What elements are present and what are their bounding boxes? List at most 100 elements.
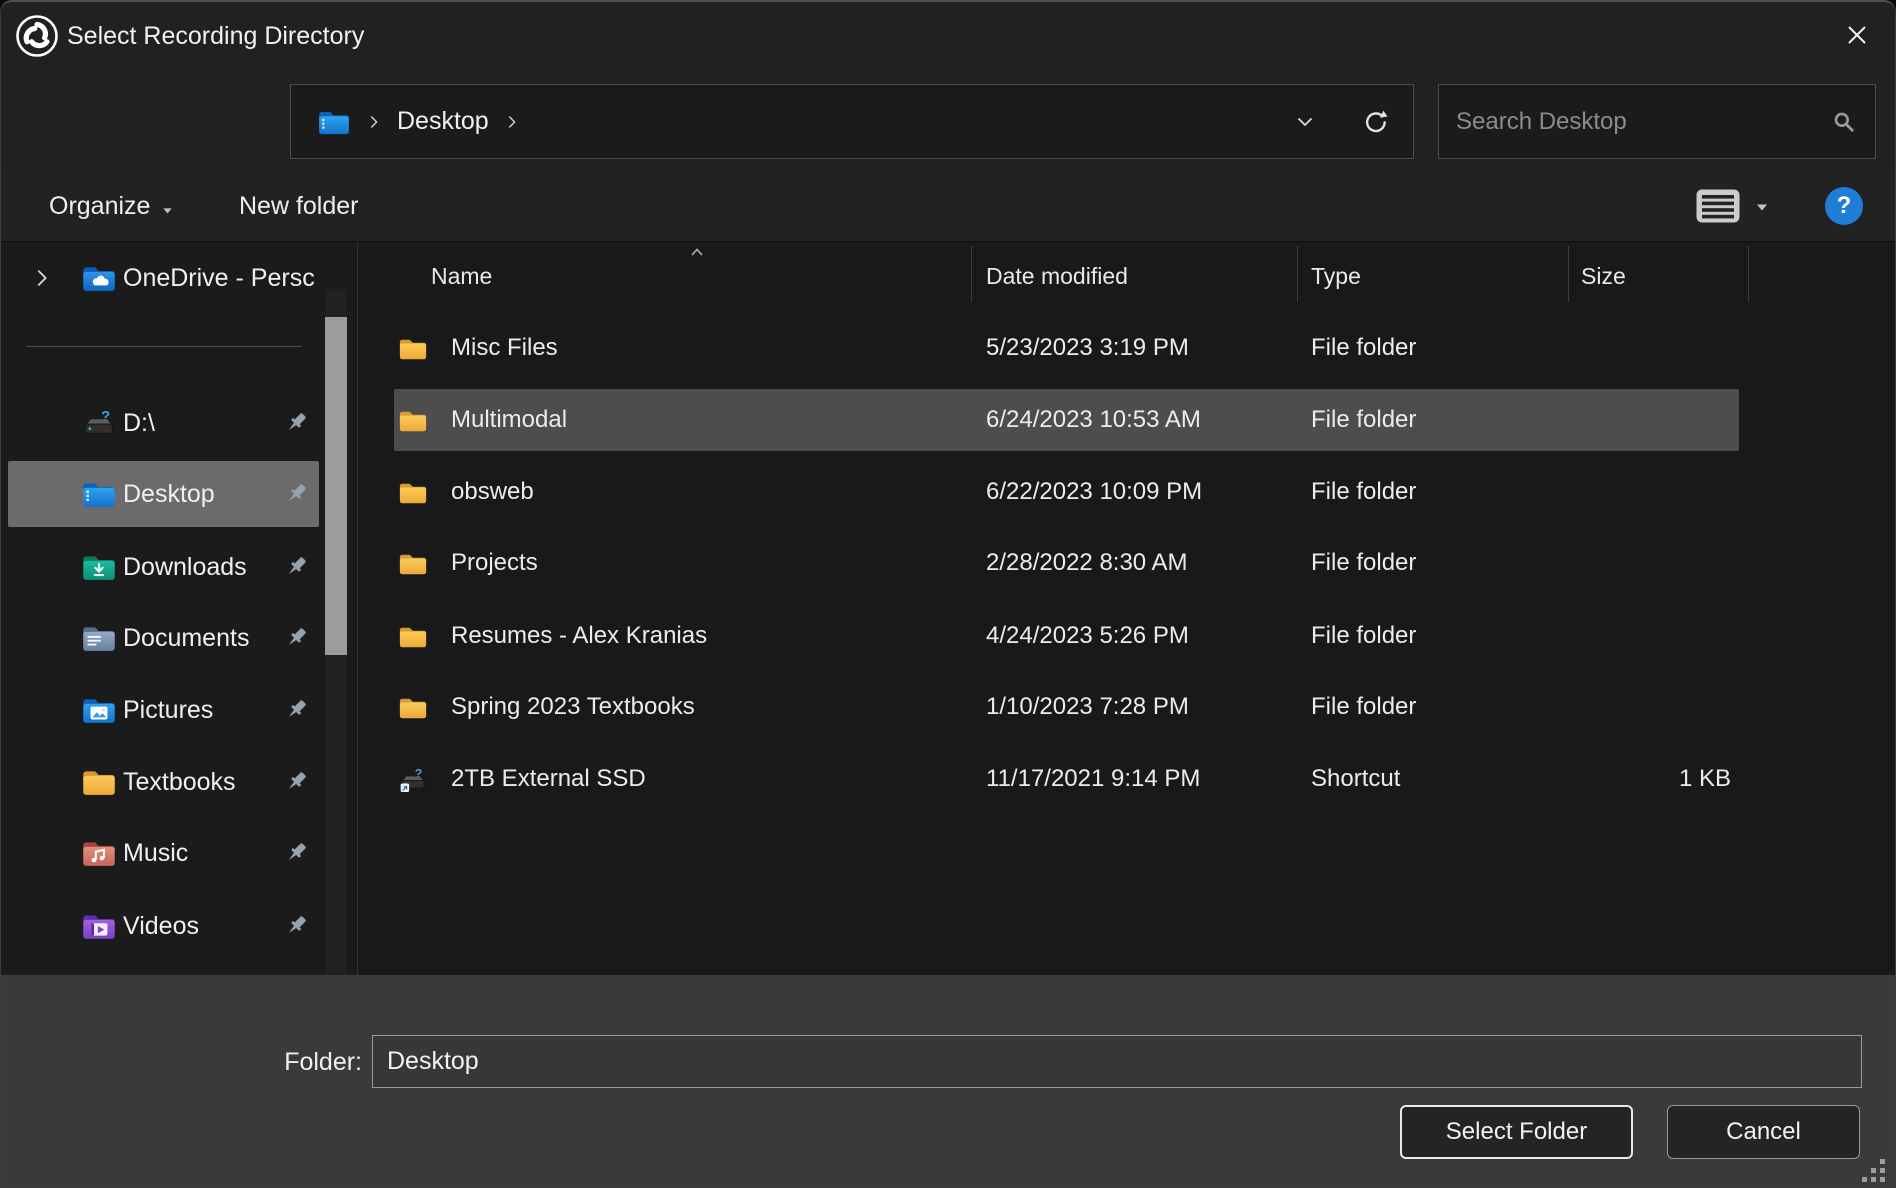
help-glyph: ? — [1837, 192, 1852, 220]
search-icon[interactable] — [1831, 109, 1857, 135]
folder-desktop-icon — [81, 478, 117, 510]
column-separator[interactable] — [1297, 246, 1298, 302]
sidebar-item-textbooks[interactable]: Textbooks — [1, 749, 327, 815]
close-button[interactable] — [1827, 6, 1887, 64]
search-box — [1438, 84, 1876, 159]
new-folder-button[interactable]: New folder — [233, 171, 365, 241]
title-bar: Select Recording Directory — [1, 2, 1895, 70]
file-type: File folder — [1311, 671, 1416, 743]
column-header-type[interactable]: Type — [1311, 260, 1361, 292]
folder-music-icon — [81, 837, 117, 869]
organize-label: Organize — [49, 192, 150, 221]
folder-pictures-icon — [81, 694, 117, 726]
file-size — [1558, 671, 1731, 743]
new-folder-label: New folder — [239, 192, 359, 221]
column-header-name[interactable]: Name — [431, 260, 492, 292]
file-date-modified: 2/28/2022 8:30 AM — [986, 527, 1188, 599]
file-row-multimodal[interactable]: Multimodal6/24/2023 10:53 AMFile folder — [358, 384, 1778, 456]
pin-icon — [282, 768, 310, 796]
folder-onedrive-icon — [81, 262, 117, 294]
refresh-icon[interactable] — [1361, 107, 1391, 137]
sidebar-scrollbar-thumb[interactable] — [325, 317, 347, 655]
file-dialog-window: Select Recording Directory Desktop — [0, 0, 1896, 1188]
file-list-pane: Name Date modified Type Size Misc Files5/23… — [358, 242, 1896, 975]
file-row-spring-2023-textbooks[interactable]: Spring 2023 Textbooks1/10/2023 7:28 PMFi… — [358, 671, 1778, 743]
file-date-modified: 11/17/2021 9:14 PM — [986, 743, 1200, 815]
view-selector-button[interactable] — [1695, 188, 1741, 224]
address-dropdown-icon[interactable] — [1293, 110, 1317, 134]
folder-icon — [398, 312, 432, 384]
sidebar-item-label: D:\ — [123, 409, 155, 438]
sidebar-item-label: Videos — [123, 912, 199, 941]
folder-icon — [398, 384, 432, 456]
view-selector-caret-icon[interactable] — [1753, 198, 1771, 216]
expand-chevron-icon[interactable] — [31, 267, 53, 289]
file-type: File folder — [1311, 384, 1416, 456]
file-name: Misc Files — [451, 312, 558, 384]
sidebar-item-label: Music — [123, 839, 188, 868]
breadcrumb-chevron-icon — [366, 114, 382, 130]
sidebar-item-downloads[interactable]: Downloads — [1, 534, 327, 600]
breadcrumb-chevron-icon[interactable] — [504, 114, 520, 130]
file-type: File folder — [1311, 527, 1416, 599]
sidebar-item-desktop[interactable]: Desktop — [8, 461, 319, 527]
sidebar-item-label: Pictures — [123, 696, 213, 725]
file-row-projects[interactable]: Projects2/28/2022 8:30 AMFile folder — [358, 527, 1778, 599]
column-separator[interactable] — [971, 246, 972, 302]
file-name: 2TB External SSD — [451, 743, 646, 815]
resize-grip[interactable] — [1845, 1142, 1885, 1182]
folder-downloads-icon — [81, 551, 117, 583]
folder-icon — [81, 766, 117, 798]
pin-icon — [282, 480, 310, 508]
drive-shortcut-icon: ? — [398, 743, 432, 815]
pin-icon — [282, 839, 310, 867]
file-row-obsweb[interactable]: obsweb 6/22/2023 10:09 PM File folder — [358, 456, 1778, 528]
file-row-resumes-alex-kranias[interactable]: Resumes - Alex Kranias4/24/2023 5:26 PMF… — [358, 600, 1778, 672]
sidebar-item-music[interactable]: Music — [1, 820, 327, 886]
file-type: File folder — [1311, 312, 1416, 384]
footer-bar: Folder: Select Folder Cancel — [1, 975, 1895, 1188]
sidebar-item-label: Documents — [123, 624, 249, 653]
column-header-size[interactable]: Size — [1581, 260, 1626, 292]
file-date-modified: 6/22/2023 10:09 PM — [986, 456, 1202, 528]
address-bar[interactable]: Desktop — [290, 84, 1414, 159]
help-button[interactable]: ? — [1825, 187, 1863, 225]
organize-button[interactable]: Organize — [43, 171, 181, 241]
sidebar-item-d[interactable]: ?D:\ — [1, 390, 327, 456]
file-row-misc-files[interactable]: Misc Files5/23/2023 3:19 PMFile folder — [358, 312, 1778, 384]
breadcrumb-item-desktop[interactable]: Desktop — [397, 107, 489, 136]
folder-documents-icon — [81, 622, 117, 654]
column-separator[interactable] — [1748, 246, 1749, 302]
file-type: File folder — [1311, 456, 1416, 528]
sidebar-scrollbar-track[interactable] — [325, 289, 347, 975]
file-date-modified: 6/24/2023 10:53 AM — [986, 384, 1201, 456]
column-separator[interactable] — [1568, 246, 1569, 302]
folder-field-label: Folder: — [231, 1048, 362, 1077]
file-size — [1558, 384, 1731, 456]
folder-icon — [398, 527, 432, 599]
cancel-button[interactable]: Cancel — [1667, 1105, 1860, 1159]
sidebar-item-pictures[interactable]: Pictures — [1, 677, 327, 743]
file-name: Resumes - Alex Kranias — [451, 600, 707, 672]
folder-icon — [398, 600, 432, 672]
close-icon — [1842, 20, 1872, 50]
sidebar-item-label: Downloads — [123, 553, 247, 582]
file-type: Shortcut — [1311, 743, 1400, 815]
column-header-date-modified[interactable]: Date modified — [986, 260, 1128, 292]
sidebar-item-videos[interactable]: Videos — [1, 893, 327, 959]
sidebar-item-onedrive-persc[interactable]: OneDrive - Persc — [1, 245, 327, 311]
sidebar-item-documents[interactable]: Documents — [1, 605, 327, 671]
select-folder-button[interactable]: Select Folder — [1400, 1105, 1633, 1159]
search-input[interactable] — [1439, 108, 1831, 136]
file-name: obsweb — [451, 456, 534, 528]
folder-videos-icon — [81, 910, 117, 942]
navigation-pane: OneDrive - Persc?D:\ Desktop Downloads D… — [1, 242, 358, 975]
command-bar: Organize New folder ? — [1, 171, 1895, 242]
pin-icon — [282, 409, 310, 437]
file-name: Spring 2023 Textbooks — [451, 671, 695, 743]
folder-name-input[interactable] — [372, 1035, 1862, 1088]
file-row-2tb-external-ssd[interactable]: ? 2TB External SSD 11/17/2021 9:14 PM Short… — [358, 743, 1778, 815]
drive-icon: ? — [81, 407, 117, 439]
pin-icon — [282, 553, 310, 581]
pin-icon — [282, 624, 310, 652]
